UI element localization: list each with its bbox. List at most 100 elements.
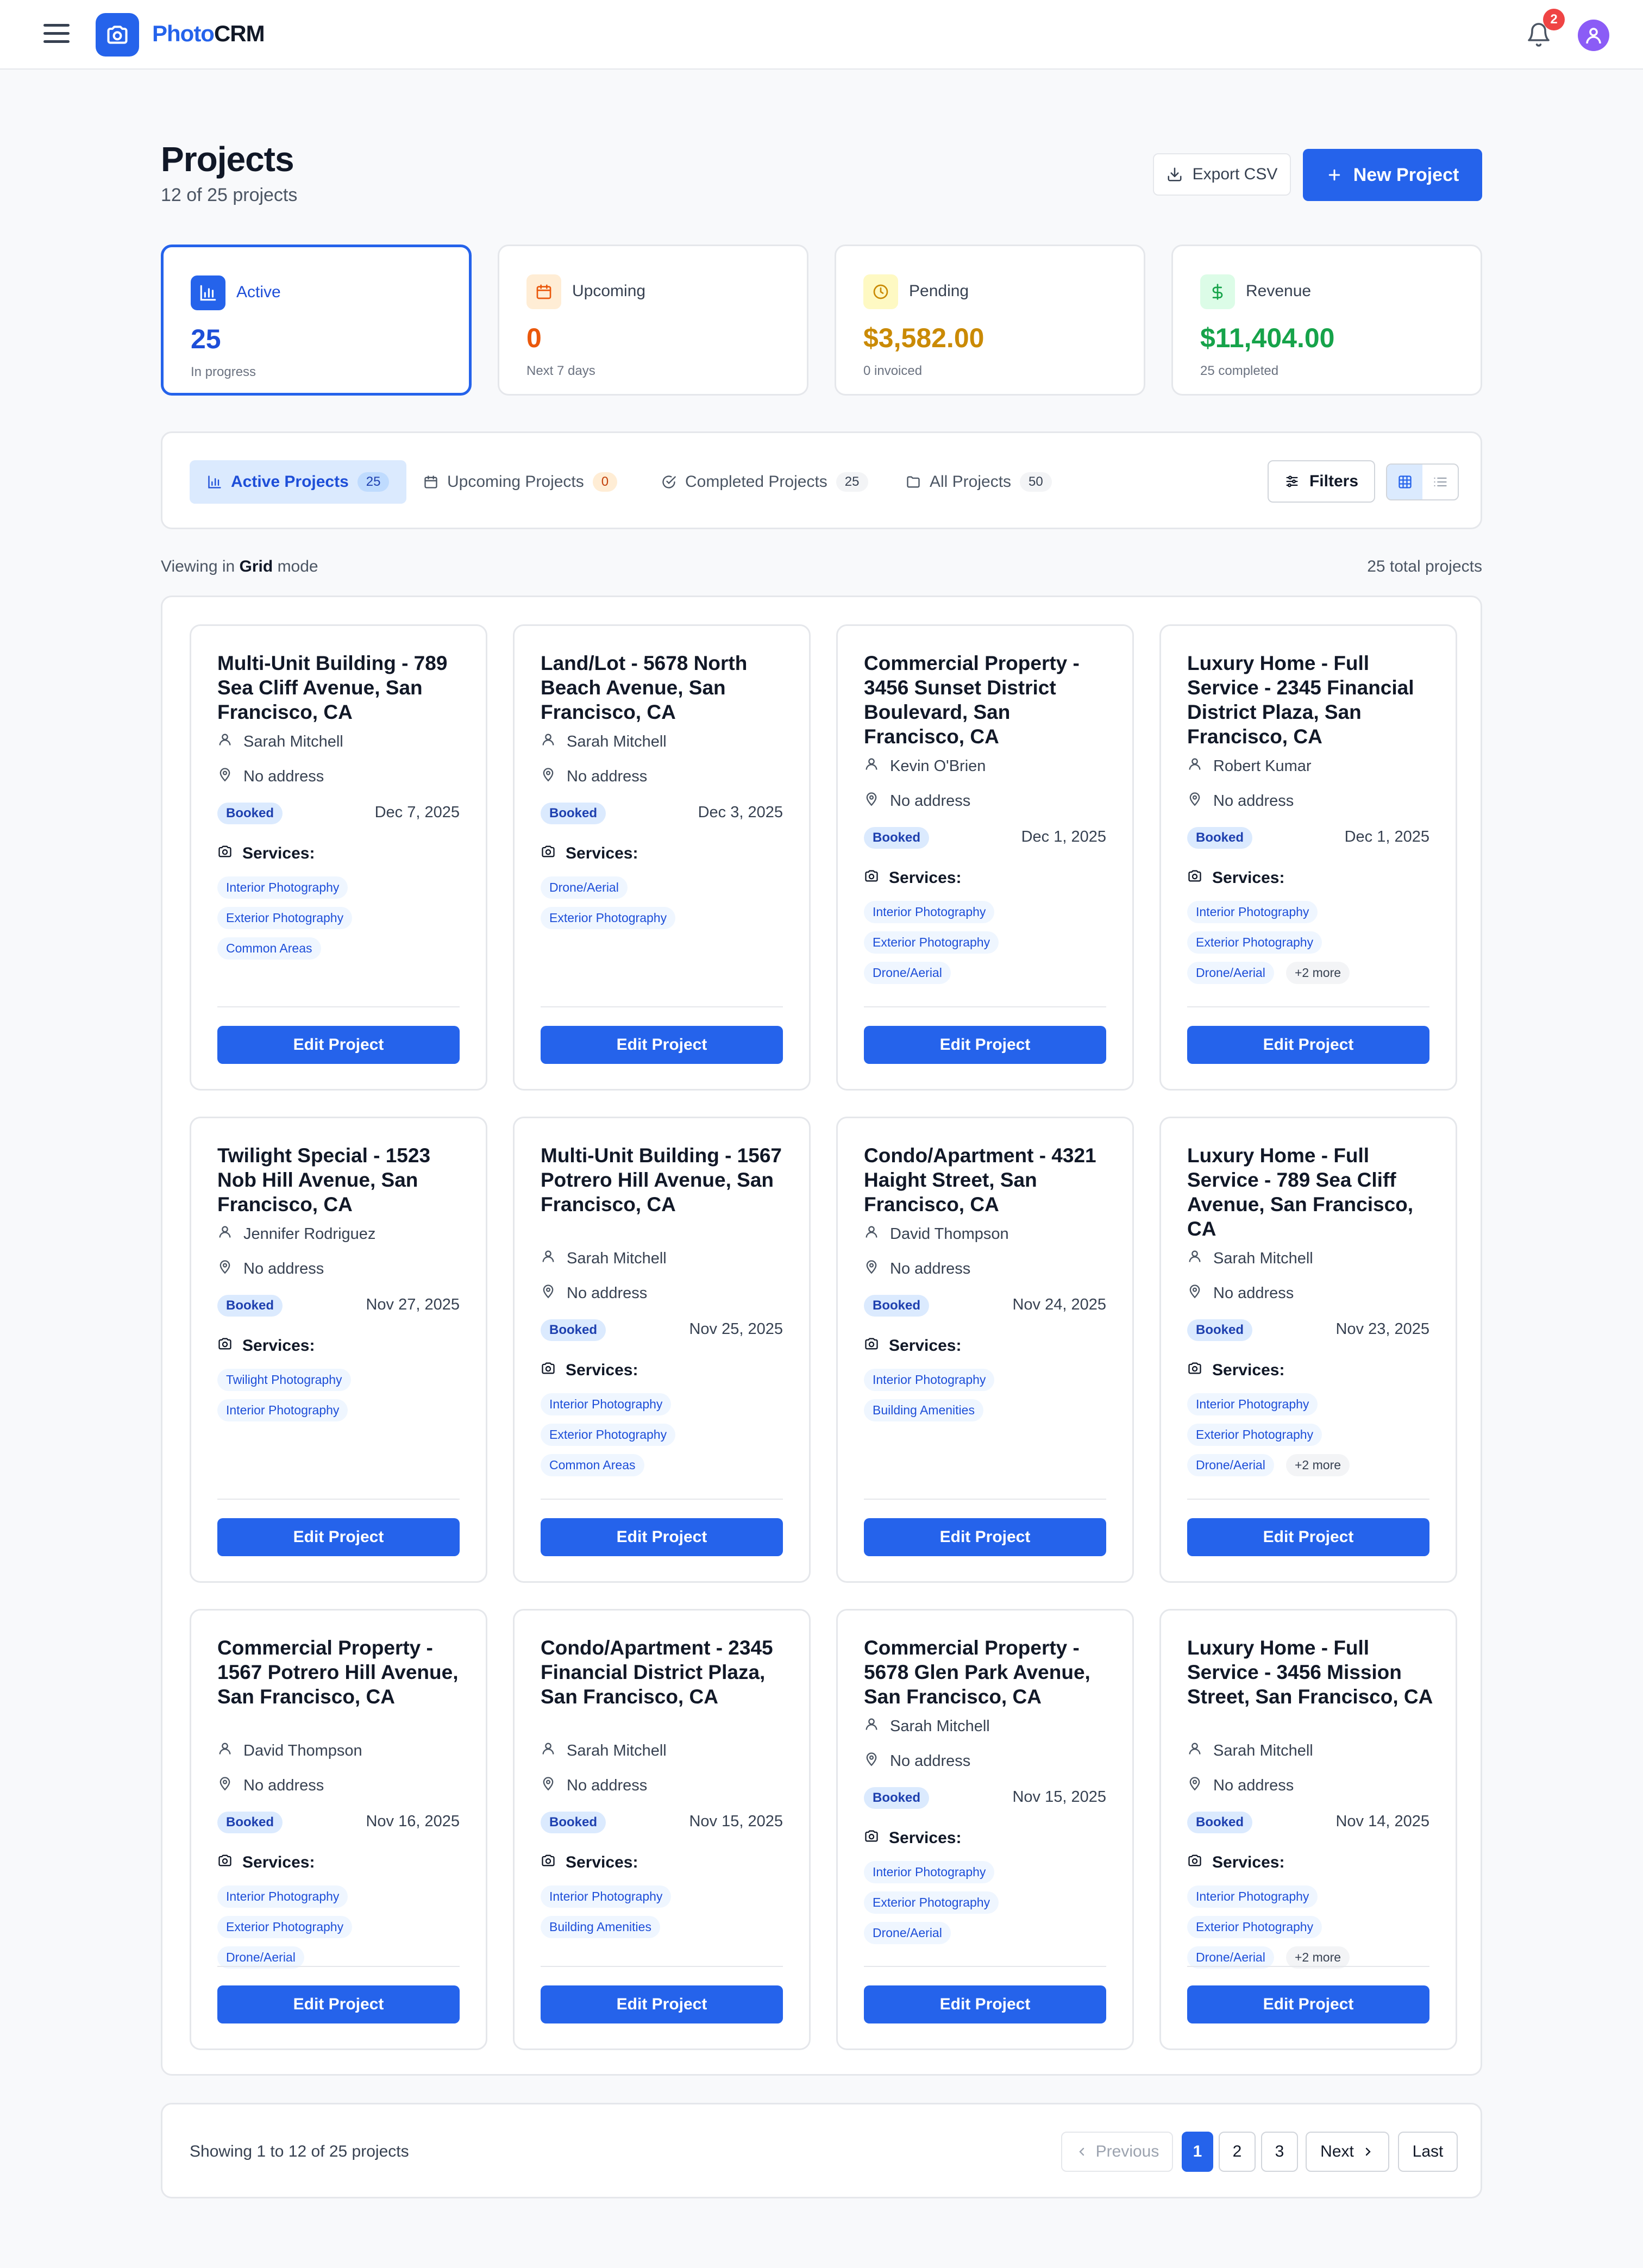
project-card[interactable]: Multi-Unit Building - 1567 Potrero Hill … xyxy=(513,1117,811,1583)
stat-card-upcoming[interactable]: Upcoming 0 Next 7 days xyxy=(498,245,808,396)
services-header: Services: xyxy=(1187,1361,1284,1380)
tab-count: 25 xyxy=(836,472,868,492)
service-chip: Exterior Photography xyxy=(1187,1916,1322,1938)
project-card[interactable]: Condo/Apartment - 4321 Haight Street, Sa… xyxy=(836,1117,1134,1583)
services-label: Services: xyxy=(1212,869,1285,887)
edit-project-button[interactable]: Edit Project xyxy=(864,1518,1106,1556)
service-chip: Interior Photography xyxy=(1187,1885,1318,1908)
edit-project-button[interactable]: Edit Project xyxy=(217,1026,460,1064)
project-date: Nov 23, 2025 xyxy=(1335,1320,1429,1338)
service-chip: Interior Photography xyxy=(541,1393,672,1415)
camera-icon xyxy=(217,844,233,863)
edit-project-button[interactable]: Edit Project xyxy=(541,1985,783,2023)
address-text: No address xyxy=(567,1284,648,1302)
tab-upcoming-projects[interactable]: Upcoming Projects 0 xyxy=(406,460,635,504)
edit-project-button[interactable]: Edit Project xyxy=(1187,1518,1429,1556)
sliders-icon xyxy=(1286,475,1298,487)
tab-active-projects[interactable]: Active Projects 25 xyxy=(190,460,407,504)
project-title[interactable]: Commercial Property - 1567 Potrero Hill … xyxy=(217,1636,467,1709)
page-button-3[interactable]: 3 xyxy=(1261,2132,1298,2172)
tab-all-projects[interactable]: All Projects 50 xyxy=(888,460,1069,504)
user-icon xyxy=(1187,1249,1202,1268)
page-button-1[interactable]: 1 xyxy=(1182,2132,1213,2172)
services-label: Services: xyxy=(1212,1361,1285,1379)
project-title[interactable]: Luxury Home - Full Service - 3456 Missio… xyxy=(1187,1636,1437,1709)
edit-project-button[interactable]: Edit Project xyxy=(1187,1985,1429,2023)
project-title[interactable]: Condo/Apartment - 2345 Financial Distric… xyxy=(541,1636,791,1709)
services-label: Services: xyxy=(566,844,638,862)
project-card[interactable]: Commercial Property - 1567 Potrero Hill … xyxy=(190,1609,487,2050)
project-title[interactable]: Luxury Home - Full Service - 2345 Financ… xyxy=(1187,651,1437,749)
project-card[interactable]: Luxury Home - Full Service - 2345 Financ… xyxy=(1159,624,1457,1091)
project-title[interactable]: Land/Lot - 5678 North Beach Avenue, San … xyxy=(541,651,791,724)
client-name: Jennifer Rodriguez xyxy=(243,1225,376,1243)
service-chip: Drone/Aerial xyxy=(864,1922,951,1944)
page-button-2[interactable]: 2 xyxy=(1219,2132,1256,2172)
stat-card-active[interactable]: Active 25 In progress xyxy=(161,245,472,396)
chevron-right-icon xyxy=(1365,2147,1371,2156)
card-divider xyxy=(864,1966,1106,1967)
last-button[interactable]: Last xyxy=(1398,2132,1458,2172)
export-csv-button[interactable]: Export CSV xyxy=(1153,153,1291,196)
project-card[interactable]: Multi-Unit Building - 789 Sea Cliff Aven… xyxy=(190,624,487,1091)
project-title[interactable]: Multi-Unit Building - 789 Sea Cliff Aven… xyxy=(217,651,467,724)
list-view-button[interactable] xyxy=(1422,465,1458,499)
service-chip: Exterior Photography xyxy=(1187,931,1322,954)
avatar[interactable] xyxy=(1578,20,1609,51)
tab-count: 0 xyxy=(592,472,618,492)
new-project-button[interactable]: New Project xyxy=(1303,149,1482,201)
card-divider xyxy=(864,1499,1106,1500)
project-title[interactable]: Luxury Home - Full Service - 789 Sea Cli… xyxy=(1187,1143,1437,1241)
services-label: Services: xyxy=(1212,1853,1285,1871)
stat-card-pending[interactable]: Pending $3,582.00 0 invoiced xyxy=(835,245,1145,396)
project-title[interactable]: Multi-Unit Building - 1567 Potrero Hill … xyxy=(541,1143,791,1217)
edit-project-button[interactable]: Edit Project xyxy=(864,1026,1106,1064)
project-title[interactable]: Commercial Property - 5678 Glen Park Ave… xyxy=(864,1636,1114,1709)
services-header: Services: xyxy=(541,1361,638,1380)
client-name: Sarah Mitchell xyxy=(890,1717,990,1735)
grid-view-button[interactable] xyxy=(1387,465,1422,499)
status-badge: Booked xyxy=(541,1319,606,1341)
service-chip: Drone/Aerial xyxy=(864,962,951,984)
camera-icon xyxy=(864,1336,879,1356)
project-card[interactable]: Commercial Property - 5678 Glen Park Ave… xyxy=(836,1609,1134,2050)
stat-label: Active xyxy=(236,283,281,301)
project-card[interactable]: Luxury Home - Full Service - 3456 Missio… xyxy=(1159,1609,1457,2050)
menu-icon[interactable] xyxy=(43,24,70,46)
filters-button[interactable]: Filters xyxy=(1268,460,1375,503)
project-card[interactable]: Twilight Special - 1523 Nob Hill Avenue,… xyxy=(190,1117,487,1583)
service-chip: Drone/Aerial xyxy=(1187,1946,1274,1969)
project-card[interactable]: Commercial Property - 3456 Sunset Distri… xyxy=(836,624,1134,1091)
project-title[interactable]: Commercial Property - 3456 Sunset Distri… xyxy=(864,651,1114,749)
service-chip: Exterior Photography xyxy=(541,1424,676,1446)
next-button[interactable]: Next xyxy=(1306,2132,1389,2172)
brand-name[interactable]: PhotoCRM xyxy=(152,21,265,47)
edit-project-button[interactable]: Edit Project xyxy=(541,1518,783,1556)
project-card[interactable]: Condo/Apartment - 2345 Financial Distric… xyxy=(513,1609,811,2050)
map-pin-icon xyxy=(1187,1776,1202,1795)
project-card[interactable]: Luxury Home - Full Service - 789 Sea Cli… xyxy=(1159,1117,1457,1583)
logo[interactable] xyxy=(96,13,139,57)
service-chip: Exterior Photography xyxy=(864,1891,999,1914)
project-date: Dec 1, 2025 xyxy=(1344,828,1429,845)
address-row: No address xyxy=(541,1776,647,1795)
stat-label: Pending xyxy=(909,282,969,300)
services-label: Services: xyxy=(566,1361,638,1379)
project-title[interactable]: Twilight Special - 1523 Nob Hill Avenue,… xyxy=(217,1143,467,1217)
address-text: No address xyxy=(243,1260,324,1277)
edit-project-button[interactable]: Edit Project xyxy=(1187,1026,1429,1064)
edit-project-button[interactable]: Edit Project xyxy=(864,1985,1106,2023)
client-name: Sarah Mitchell xyxy=(567,1741,667,1759)
edit-project-button[interactable]: Edit Project xyxy=(541,1026,783,1064)
more-services-chip: +2 more xyxy=(1286,1454,1350,1476)
project-title[interactable]: Condo/Apartment - 4321 Haight Street, Sa… xyxy=(864,1143,1114,1217)
stat-card-revenue[interactable]: Revenue $11,404.00 25 completed xyxy=(1171,245,1482,396)
project-card[interactable]: Land/Lot - 5678 North Beach Avenue, San … xyxy=(513,624,811,1091)
previous-button[interactable]: Previous xyxy=(1061,2132,1173,2172)
edit-project-button[interactable]: Edit Project xyxy=(217,1985,460,2023)
edit-project-button[interactable]: Edit Project xyxy=(217,1518,460,1556)
services-header: Services: xyxy=(864,1828,961,1848)
tab-completed-projects[interactable]: Completed Projects 25 xyxy=(644,460,886,504)
grid-icon xyxy=(1398,475,1412,488)
services-label: Services: xyxy=(242,1853,315,1871)
